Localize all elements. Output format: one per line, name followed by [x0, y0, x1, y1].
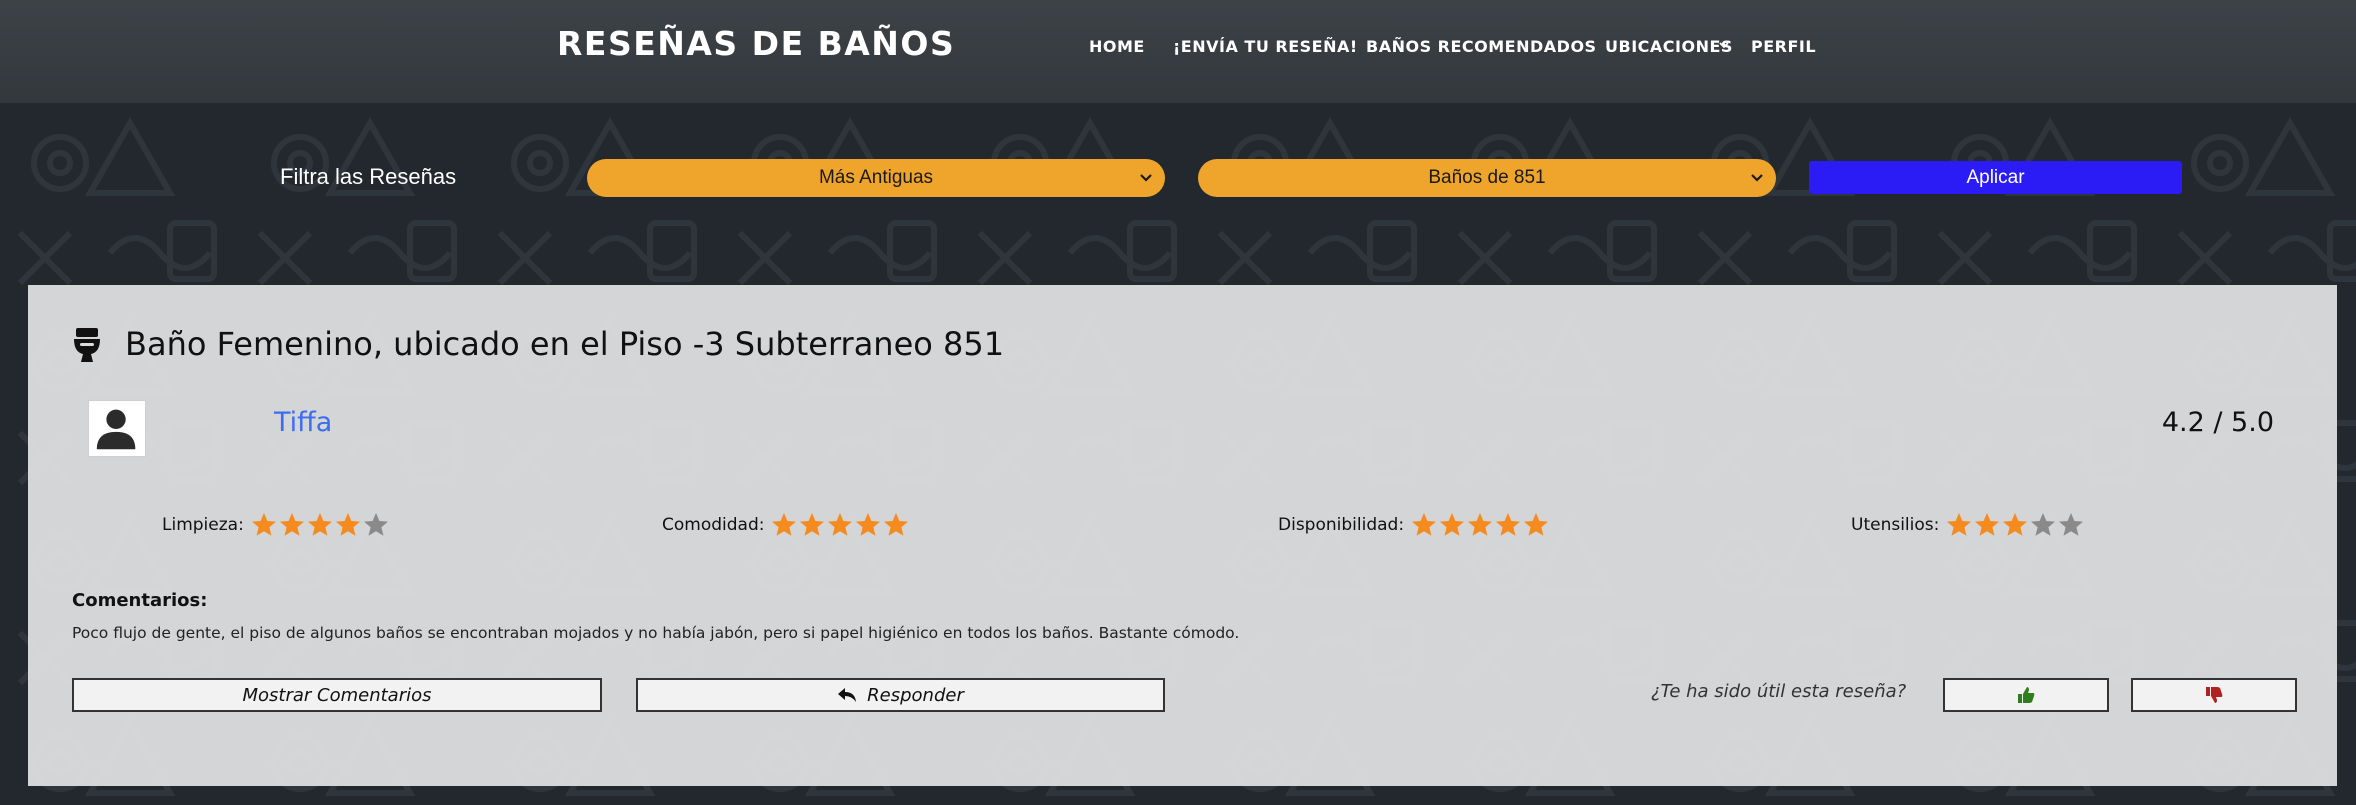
show-comments-button[interactable]: Mostrar Comentarios — [72, 678, 602, 712]
star-filled-icon — [884, 513, 909, 536]
reply-button[interactable]: Responder — [636, 678, 1165, 712]
rating-label: Comodidad: — [662, 515, 765, 535]
star-rating — [770, 511, 910, 539]
star-rating — [1410, 511, 1550, 539]
thumbs-up-button[interactable] — [1943, 678, 2109, 712]
star-filled-icon — [1412, 513, 1437, 536]
star-empty-icon — [363, 513, 388, 536]
comments-heading: Comentarios: — [72, 590, 208, 611]
star-filled-icon — [1975, 513, 2000, 536]
review-score: 4.2 / 5.0 — [2161, 407, 2274, 438]
thumbs-down-button[interactable] — [2131, 678, 2297, 712]
helpful-question: ¿Te ha sido útil esta reseña? — [1651, 681, 1907, 702]
apply-button[interactable]: Aplicar — [1809, 161, 2182, 194]
filter-label: Filtra las Reseñas — [280, 164, 457, 189]
star-filled-icon — [1440, 513, 1465, 536]
star-filled-icon — [279, 513, 304, 536]
reply-arrow-icon — [838, 688, 857, 702]
star-filled-icon — [1468, 513, 1493, 536]
nav-profile[interactable]: PERFIL — [1751, 37, 1816, 56]
building-select[interactable]: Baños de 851 — [1198, 159, 1776, 197]
comments-text: Poco flujo de gente, el piso de algunos … — [72, 624, 1240, 642]
toilet-icon — [74, 328, 100, 362]
star-filled-icon — [307, 513, 332, 536]
star-filled-icon — [800, 513, 825, 536]
rating-label: Disponibilidad: — [1278, 515, 1405, 535]
order-select[interactable]: Más Antiguas — [587, 159, 1165, 197]
star-empty-icon — [2031, 513, 2056, 536]
nav-submit-review[interactable]: ¡ENVÍA TU RESEÑA! — [1173, 37, 1358, 56]
reply-label: Responder — [867, 684, 964, 706]
site-brand[interactable]: RESEÑAS DE BAÑOS — [557, 24, 955, 63]
star-filled-icon — [335, 513, 360, 536]
star-rating — [250, 511, 390, 539]
rating-label: Utensilios: — [1851, 515, 1940, 535]
star-filled-icon — [772, 513, 797, 536]
rating-comfort: Comodidad: — [662, 511, 910, 539]
chevron-down-icon[interactable] — [1719, 40, 1729, 50]
rating-availability: Disponibilidad: — [1278, 511, 1550, 539]
rating-label: Limpieza: — [162, 515, 244, 535]
star-filled-icon — [856, 513, 881, 536]
star-filled-icon — [251, 513, 276, 536]
nav-home[interactable]: HOME — [1089, 37, 1145, 56]
thumbs-down-icon — [2206, 687, 2223, 703]
star-filled-icon — [2003, 513, 2028, 536]
order-select-value: Más Antiguas — [818, 167, 934, 188]
avatar — [88, 400, 146, 457]
review-username[interactable]: Tiffa — [274, 407, 332, 438]
top-navbar: RESEÑAS DE BAÑOS HOME ¡ENVÍA TU RESEÑA! … — [0, 0, 2356, 103]
star-rating — [1945, 511, 2085, 539]
star-filled-icon — [828, 513, 853, 536]
star-filled-icon — [1496, 513, 1521, 536]
chevron-down-icon — [1140, 174, 1152, 182]
nav-locations[interactable]: UBICACIONES — [1605, 37, 1733, 56]
review-card: Baño Femenino, ubicado en el Piso -3 Sub… — [28, 285, 2337, 786]
building-select-value: Baños de 851 — [1428, 167, 1546, 188]
review-title: Baño Femenino, ubicado en el Piso -3 Sub… — [125, 325, 1005, 363]
star-filled-icon — [1947, 513, 1972, 536]
rating-utensils: Utensilios: — [1851, 511, 2085, 539]
star-filled-icon — [1524, 513, 1549, 536]
nav-recommended[interactable]: BAÑOS RECOMENDADOS — [1366, 37, 1597, 56]
chevron-down-icon — [1751, 174, 1763, 182]
thumbs-up-icon — [2018, 687, 2035, 703]
star-empty-icon — [2059, 513, 2084, 536]
user-avatar-icon — [96, 409, 136, 450]
show-comments-label: Mostrar Comentarios — [242, 684, 432, 706]
rating-cleanliness: Limpieza: — [162, 511, 390, 539]
